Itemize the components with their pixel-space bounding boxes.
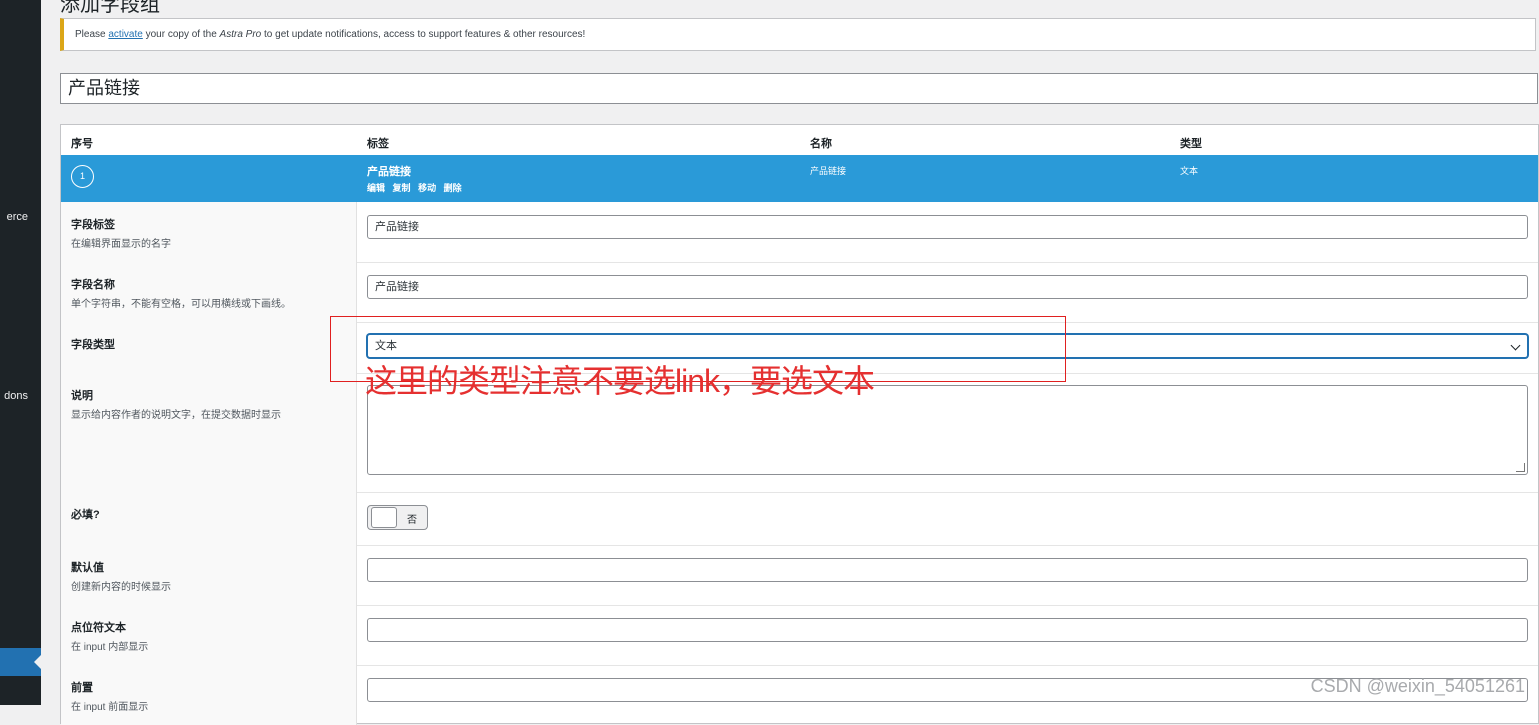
setting-description: 创建新内容的时候显示 [71,582,171,593]
setting-description: 在 input 内部显示 [71,642,149,653]
sidebar-item-label: dons [4,390,28,402]
setting-title: 字段名称 [71,279,115,291]
setting-row-label: 字段标签 在编辑界面显示的名字 产品链接 [61,202,1538,263]
default-value-input[interactable] [367,558,1528,582]
notice-product: Astra Pro [219,29,262,40]
setting-label-column: 字段类型 [61,322,357,373]
setting-title: 前置 [71,682,93,694]
setting-row-required: 必填? 否 [61,492,1538,546]
setting-label-column: 字段标签 在编辑界面显示的名字 [61,202,357,262]
setting-row-placeholder: 点位符文本 在 input 内部显示 [61,605,1538,666]
duplicate-link[interactable]: 复制 [393,183,411,193]
field-name-input[interactable]: 产品链接 [367,275,1528,299]
setting-description: 在编辑界面显示的名字 [71,239,171,250]
placeholder-input[interactable] [367,618,1528,642]
notice-prefix: Please [75,29,109,40]
setting-title: 必填? [71,509,100,521]
field-row-label[interactable]: 产品链接 [367,163,411,179]
admin-sidebar: erce dons [0,0,41,705]
setting-row-name: 字段名称 单个字符串，不能有空格，可以用横线或下画线。 产品链接 [61,262,1538,323]
field-group-title-input[interactable]: 产品链接 [60,73,1538,104]
toggle-knob [371,507,397,528]
setting-label-column: 点位符文本 在 input 内部显示 [61,605,357,665]
chevron-down-icon [1510,340,1521,351]
setting-description: 显示给内容作者的说明文字，在提交数据时显示 [71,410,281,421]
annotation-text: 这里的类型注意不要选link，要选文本 [365,363,875,399]
header-name: 名称 [810,138,832,150]
header-type: 类型 [1180,138,1202,150]
fields-table-header: 序号 标签 名称 类型 [61,125,1538,157]
delete-link[interactable]: 删除 [444,183,462,193]
field-label-input[interactable]: 产品链接 [367,215,1528,239]
setting-label-column: 默认值 创建新内容的时候显示 [61,545,357,605]
setting-label-column: 字段名称 单个字符串，不能有空格，可以用横线或下画线。 [61,262,357,322]
setting-title: 默认值 [71,562,104,574]
setting-title: 说明 [71,390,93,402]
setting-label-column: 必填? [61,492,357,545]
field-row-name: 产品链接 [810,166,847,176]
header-order: 序号 [71,138,93,150]
setting-title: 字段类型 [71,339,115,351]
field-order-badge[interactable]: 1 [71,165,94,188]
setting-row-default: 默认值 创建新内容的时候显示 [61,545,1538,606]
page-title: 添加字段组 [60,0,160,16]
setting-label-column: 说明 显示给内容作者的说明文字，在提交数据时显示 [61,373,357,492]
watermark: CSDN @weixin_54051261 [1310,676,1525,696]
setting-description: 单个字符串，不能有空格，可以用横线或下画线。 [71,299,291,310]
move-link[interactable]: 移动 [418,183,436,193]
required-toggle[interactable]: 否 [367,505,428,530]
fields-panel: 序号 标签 名称 类型 1 产品链接 编辑 复制 移动 删除 产品链接 文本 字… [60,124,1539,725]
toggle-text: 否 [407,515,417,526]
header-label: 标签 [367,138,389,150]
field-row-type: 文本 [1180,166,1199,176]
field-row-actions: 编辑 复制 移动 删除 [367,181,467,194]
activation-notice: Please activate your copy of the Astra P… [60,18,1536,51]
field-row[interactable]: 1 产品链接 编辑 复制 移动 删除 产品链接 文本 [61,155,1538,202]
activate-link[interactable]: activate [108,29,142,40]
setting-title: 点位符文本 [71,622,126,634]
resize-handle-icon[interactable] [1516,463,1525,472]
edit-link[interactable]: 编辑 [367,183,385,193]
setting-description: 在 input 前面显示 [71,702,149,713]
setting-label-column: 前置 在 input 前面显示 [61,665,357,725]
notice-middle: your copy of the [142,29,220,40]
setting-title: 字段标签 [71,219,115,231]
sidebar-item-label: erce [6,211,28,223]
sidebar-active-pointer-icon [34,655,41,669]
notice-suffix: to get update notifications, access to s… [261,29,586,40]
